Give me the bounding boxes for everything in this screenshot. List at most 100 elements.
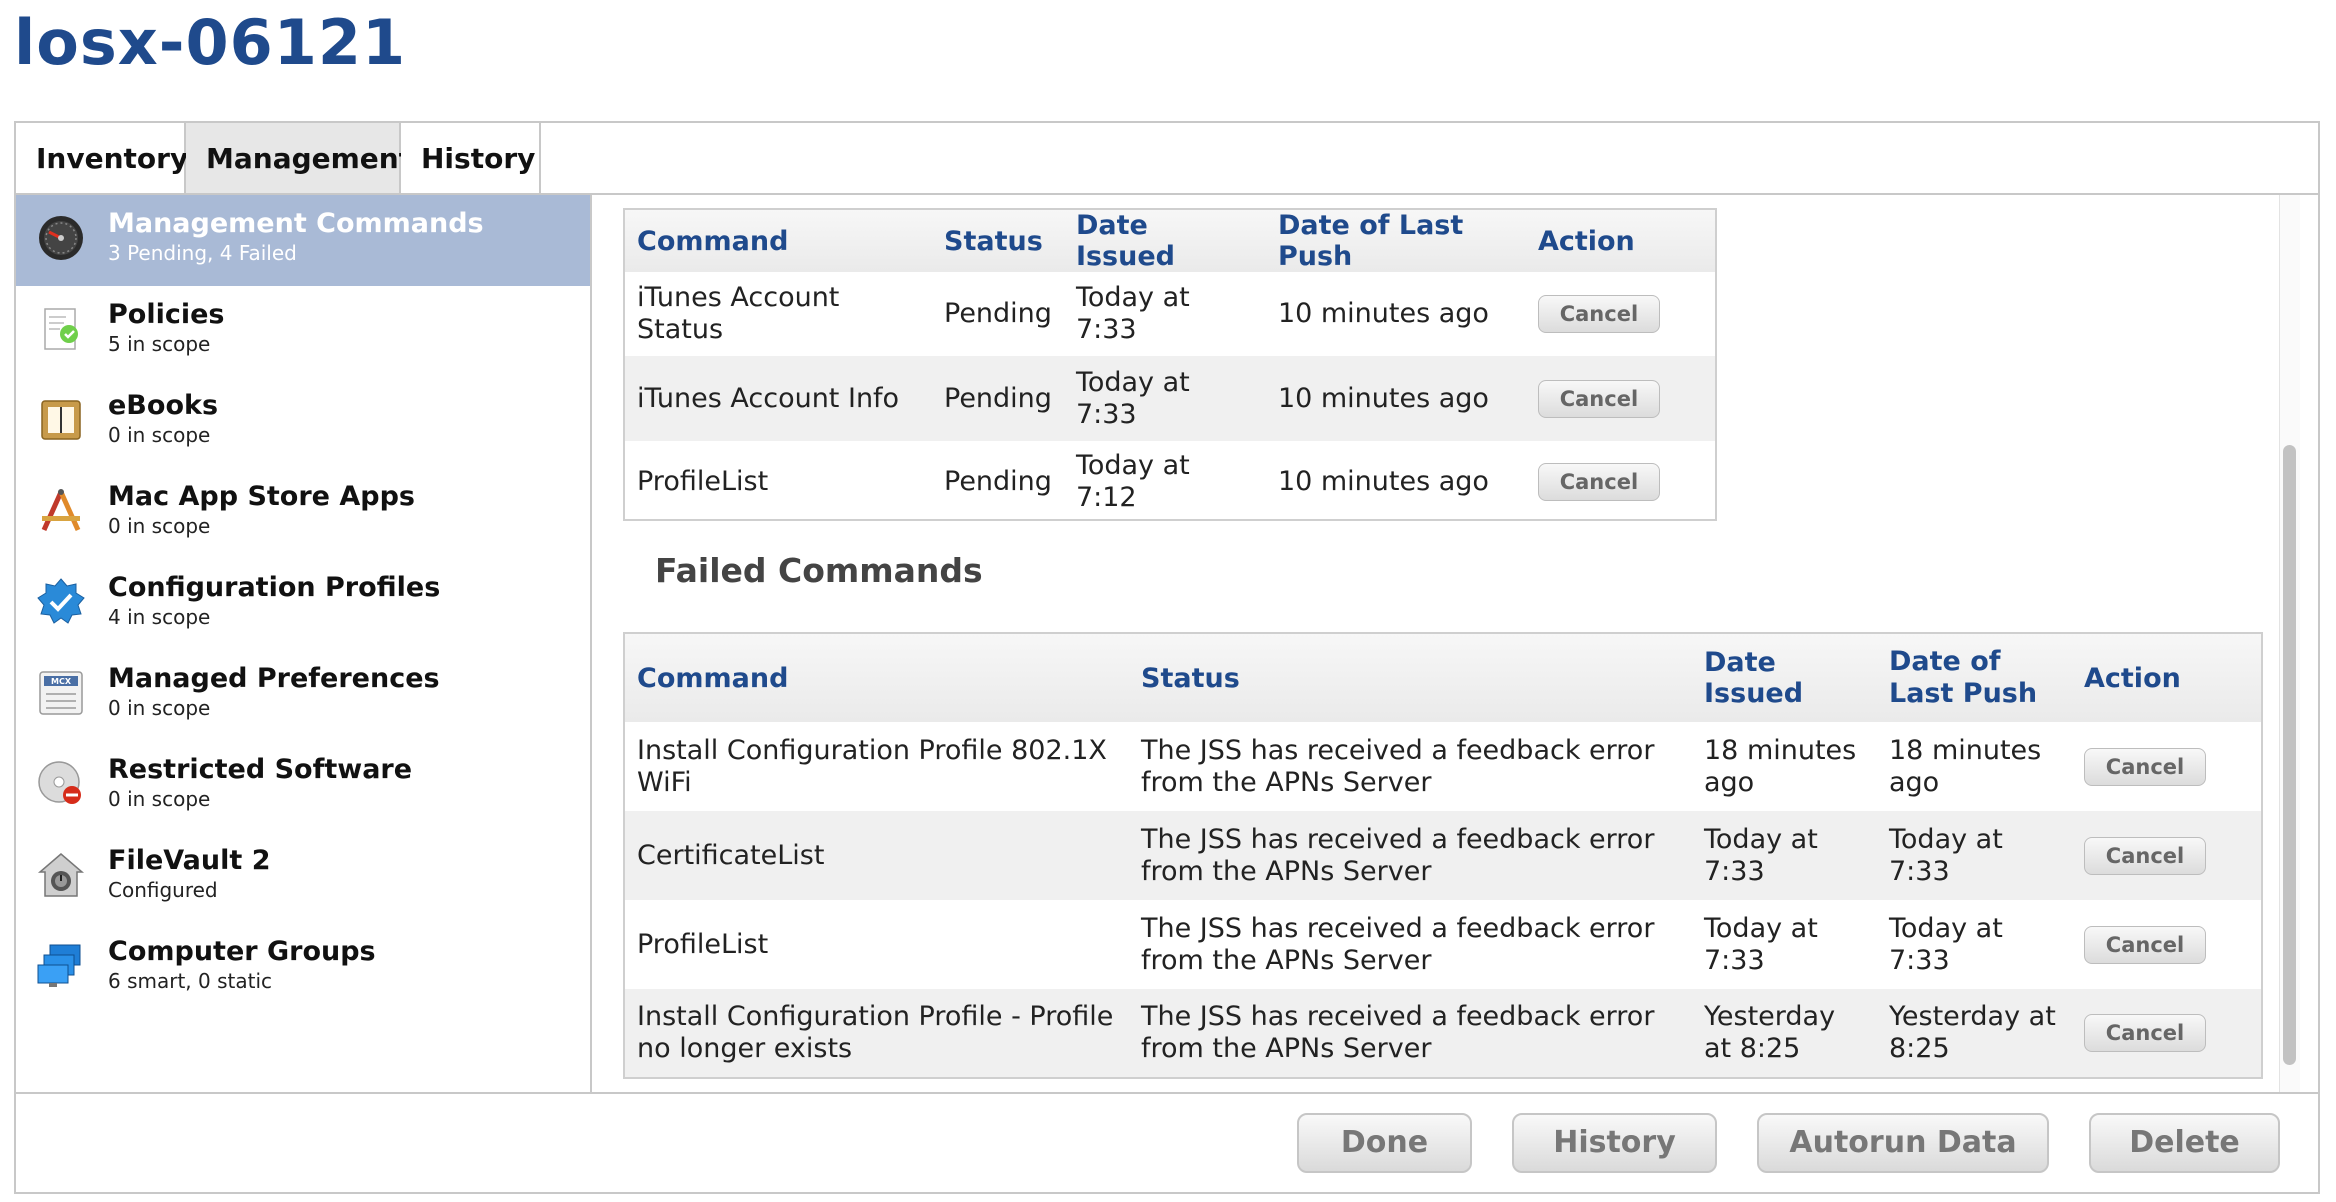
cancel-button[interactable]: Cancel	[1537, 463, 1660, 501]
date-issued-cell: Today at 7:33	[1704, 912, 1818, 976]
footer-toolbar: Done History Autorun Data Delete	[16, 1092, 2318, 1192]
sidebar-item-label: eBooks	[108, 390, 219, 421]
cancel-button[interactable]: Cancel	[2084, 747, 2206, 786]
commands-panel: Command Status Date Issued Date of Last …	[592, 195, 2318, 1092]
table-row: ProfileList Pending Today at 7:12 10 min…	[625, 441, 1715, 523]
command-cell: ProfileList	[637, 928, 769, 960]
column-header-date-of-last-push[interactable]: Date of Last Push	[1265, 210, 1526, 272]
table-row: Install Configuration Profile 802.1X WiF…	[625, 722, 2261, 811]
sidebar: Management Commands 3 Pending, 4 Failed …	[16, 195, 592, 1092]
failed-commands-title: Failed Commands	[655, 551, 983, 590]
sidebar-item-configuration-profiles[interactable]: Configuration Profiles 4 in scope	[16, 559, 590, 650]
sidebar-item-label: Policies	[108, 299, 225, 330]
date-issued-cell: Today at 7:33	[1075, 282, 1190, 345]
sidebar-item-label: Mac App Store Apps	[108, 481, 415, 512]
table-row: iTunes Account Info Pending Today at 7:3…	[625, 356, 1715, 441]
failed-commands-table: Command Status Date Issued Date of Last …	[623, 632, 2263, 1079]
policy-document-icon	[36, 304, 86, 354]
column-header-action: Action	[2072, 634, 2261, 722]
last-push-cell: Yesterday at 8:25	[1877, 989, 2072, 1077]
column-header-status[interactable]: Status	[1129, 634, 1692, 722]
command-cell: Install Configuration Profile - Profile …	[625, 989, 1129, 1077]
status-cell: The JSS has received a feedback error fr…	[1141, 734, 1655, 798]
command-cell: iTunes Account Status	[637, 282, 840, 345]
command-cell: CertificateList	[625, 811, 1129, 900]
badge-check-icon	[36, 577, 86, 627]
done-button[interactable]: Done	[1297, 1113, 1472, 1173]
computer-record-frame: Inventory Management History Management …	[14, 121, 2320, 1194]
status-cell: The JSS has received a feedback error fr…	[1141, 912, 1655, 976]
date-issued-cell: Today at 7:33	[1063, 356, 1266, 441]
table-row: iTunes Account Status Pending Today at 7…	[625, 272, 1715, 356]
column-header-action: Action	[1525, 210, 1715, 272]
sidebar-item-label: Management Commands	[108, 208, 484, 239]
last-push-cell: 10 minutes ago	[1265, 356, 1526, 441]
last-push-cell: 10 minutes ago	[1277, 466, 1489, 497]
table-row: CertificateList The JSS has received a f…	[625, 811, 2261, 900]
column-header-date-of-last-push[interactable]: Date of Last Push	[1877, 634, 2072, 722]
history-button[interactable]: History	[1512, 1113, 1717, 1173]
sidebar-item-label: Restricted Software	[108, 754, 413, 785]
svg-text:MCX: MCX	[51, 677, 72, 686]
page-title: losx-06121	[14, 6, 407, 79]
sidebar-item-subtitle: 0 in scope	[108, 696, 211, 720]
sidebar-item-subtitle: 0 in scope	[108, 423, 211, 447]
column-header-status[interactable]: Status	[932, 210, 1064, 272]
sidebar-item-computer-groups[interactable]: Computer Groups 6 smart, 0 static	[16, 923, 590, 1014]
sidebar-item-label: FileVault 2	[108, 845, 271, 876]
sidebar-item-subtitle: 0 in scope	[108, 514, 211, 538]
sidebar-item-ebooks[interactable]: eBooks 0 in scope	[16, 377, 590, 468]
computer-group-icon	[36, 941, 86, 991]
column-header-command[interactable]: Command	[625, 210, 932, 272]
date-issued-cell: Today at 7:12	[1075, 450, 1190, 513]
date-issued-cell: Today at 7:33	[1692, 811, 1877, 900]
cancel-button[interactable]: Cancel	[2084, 925, 2206, 964]
cancel-button[interactable]: Cancel	[1537, 295, 1660, 333]
sidebar-item-managed-preferences[interactable]: MCX Managed Preferences 0 in scope	[16, 650, 590, 741]
command-cell: iTunes Account Info	[625, 356, 932, 441]
status-cell: Pending	[944, 298, 1052, 329]
pending-commands-table: Command Status Date Issued Date of Last …	[623, 208, 1717, 521]
date-issued-cell: 18 minutes ago	[1704, 734, 1857, 798]
filevault-house-icon	[36, 850, 86, 900]
status-cell: Pending	[944, 466, 1052, 497]
sidebar-item-mac-app-store-apps[interactable]: Mac App Store Apps 0 in scope	[16, 468, 590, 559]
mcx-preferences-icon: MCX	[36, 668, 86, 718]
sidebar-item-policies[interactable]: Policies 5 in scope	[16, 286, 590, 377]
sidebar-item-label: Computer Groups	[108, 936, 376, 967]
last-push-cell: 10 minutes ago	[1277, 298, 1489, 329]
sidebar-item-subtitle: 3 Pending, 4 Failed	[108, 241, 297, 265]
gauge-icon	[36, 213, 86, 263]
app-store-icon	[36, 486, 86, 536]
sidebar-item-subtitle: 6 smart, 0 static	[108, 969, 273, 993]
status-cell: The JSS has received a feedback error fr…	[1129, 989, 1692, 1077]
autorun-data-button[interactable]: Autorun Data	[1757, 1113, 2049, 1173]
tab-bar: Inventory Management History	[16, 123, 541, 195]
last-push-cell: 18 minutes ago	[1889, 734, 2042, 798]
cancel-button[interactable]: Cancel	[2084, 836, 2206, 875]
cancel-button[interactable]: Cancel	[1537, 379, 1660, 418]
delete-button[interactable]: Delete	[2089, 1113, 2280, 1173]
last-push-cell: Today at 7:33	[1889, 912, 2003, 976]
book-icon	[36, 395, 86, 445]
sidebar-item-filevault-2[interactable]: FileVault 2 Configured	[16, 832, 590, 923]
tab-management[interactable]: Management	[186, 123, 412, 195]
sidebar-item-label: Managed Preferences	[108, 663, 440, 694]
sidebar-item-subtitle: 5 in scope	[108, 332, 211, 356]
tab-history[interactable]: History	[401, 123, 541, 195]
sidebar-item-management-commands[interactable]: Management Commands 3 Pending, 4 Failed	[16, 195, 590, 286]
sidebar-item-subtitle: Configured	[108, 878, 218, 902]
tab-inventory[interactable]: Inventory	[16, 123, 188, 195]
last-push-cell: Today at 7:33	[1877, 811, 2072, 900]
column-header-date-issued[interactable]: Date Issued	[1063, 210, 1266, 272]
table-row: Install Configuration Profile - Profile …	[625, 989, 2261, 1077]
sidebar-item-subtitle: 4 in scope	[108, 605, 211, 629]
status-cell: Pending	[932, 356, 1064, 441]
cancel-button[interactable]: Cancel	[2084, 1014, 2206, 1052]
command-cell: Install Configuration Profile 802.1X WiF…	[637, 734, 1107, 798]
column-header-date-issued[interactable]: Date Issued	[1692, 634, 1877, 722]
date-issued-cell: Yesterday at 8:25	[1692, 989, 1877, 1077]
sidebar-item-restricted-software[interactable]: Restricted Software 0 in scope	[16, 741, 590, 832]
column-header-command[interactable]: Command	[625, 634, 1129, 722]
scrollbar-thumb[interactable]	[2283, 445, 2296, 1065]
